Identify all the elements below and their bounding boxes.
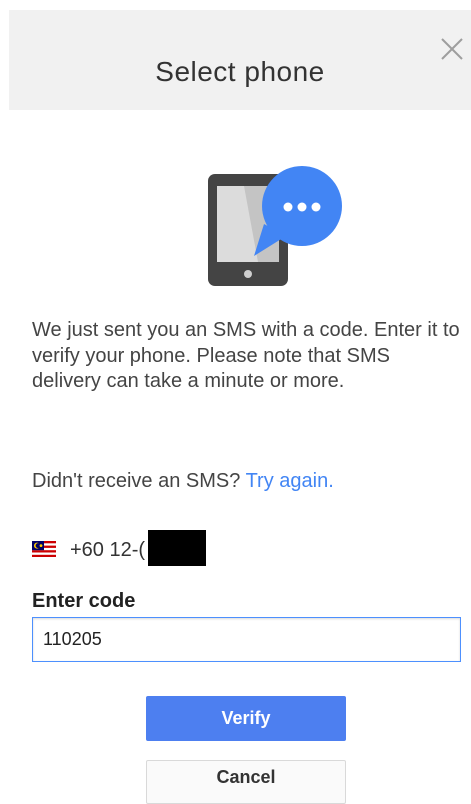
retry-line: Didn't receive an SMS? Try again. [32,470,334,493]
phone-sms-icon [206,162,342,288]
dialog-header: Select phone [9,10,471,110]
retry-prompt: Didn't receive an SMS? [32,470,246,492]
redaction-box [148,530,206,566]
close-icon[interactable] [437,34,467,64]
dialog-title: Select phone [155,56,325,87]
malaysia-flag-icon [32,540,56,557]
cancel-button[interactable]: Cancel [146,760,346,804]
code-input[interactable] [32,617,461,662]
verify-button[interactable]: Verify [146,696,346,741]
try-again-link[interactable]: Try again. [246,470,334,492]
sms-sent-message: We just sent you an SMS with a code. Ent… [32,319,460,392]
enter-code-label: Enter code [32,590,136,612]
